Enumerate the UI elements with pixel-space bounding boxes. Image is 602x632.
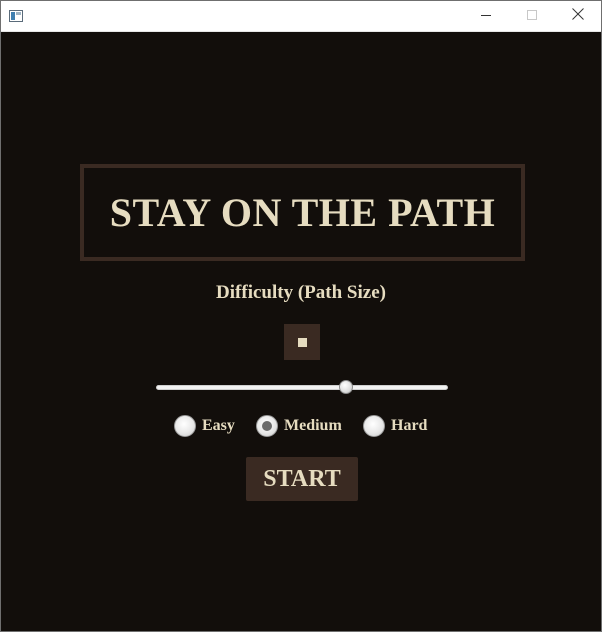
radio-medium[interactable]: Medium (256, 414, 342, 438)
maximize-icon (527, 7, 537, 25)
game-title: STAY ON THE PATH (109, 190, 496, 235)
title-bar (1, 1, 601, 32)
minimize-icon (481, 7, 491, 25)
close-button[interactable] (555, 1, 601, 31)
radio-easy[interactable]: Easy (174, 414, 235, 438)
app-window-icon (9, 9, 23, 22)
minimize-button[interactable] (463, 1, 509, 31)
game-window: STAY ON THE PATH Difficulty (Path Size) … (0, 0, 602, 632)
radio-medium-circle[interactable] (256, 415, 278, 437)
radio-hard[interactable]: Hard (363, 414, 427, 438)
title-frame: STAY ON THE PATH (80, 164, 525, 261)
radio-easy-label: Easy (202, 417, 235, 434)
radio-medium-label: Medium (284, 417, 342, 434)
radio-hard-circle[interactable] (363, 415, 385, 437)
start-button[interactable]: START (246, 457, 358, 501)
radio-hard-label: Hard (391, 417, 428, 434)
maximize-button[interactable] (509, 1, 555, 31)
game-menu: STAY ON THE PATH Difficulty (Path Size) … (1, 32, 601, 631)
path-size-slider-track[interactable] (156, 385, 448, 390)
close-icon (572, 7, 584, 25)
path-size-preview (284, 324, 320, 360)
radio-easy-circle[interactable] (174, 415, 196, 437)
difficulty-radio-group: Easy Medium Hard (1, 414, 601, 438)
path-size-slider-thumb[interactable] (338, 380, 353, 394)
difficulty-label: Difficulty (Path Size) (216, 282, 386, 303)
path-size-preview-dot (298, 338, 307, 347)
